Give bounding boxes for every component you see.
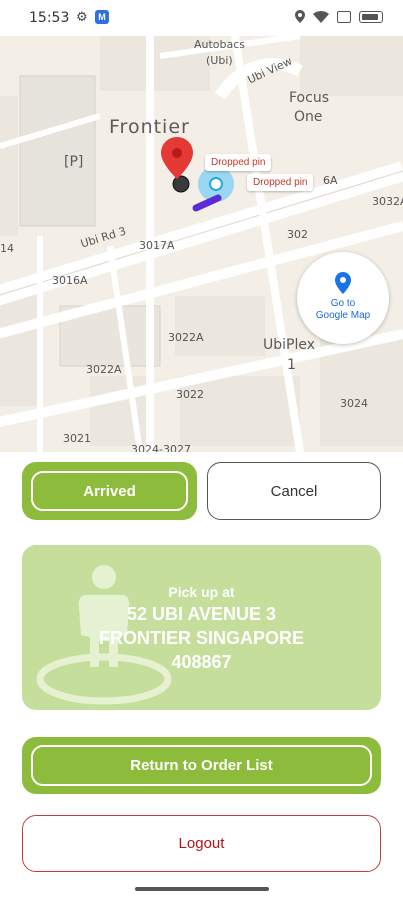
pickup-address-line2: FRONTIER SINGAPORE — [98, 628, 304, 648]
map-label-6a: 6A — [323, 174, 338, 187]
map-label-14: 14 — [0, 242, 14, 255]
map-label-ubiplex: UbiPlex — [263, 337, 316, 353]
map-label-parking: [P] — [64, 154, 84, 170]
map-label-3022: 3022 — [176, 388, 204, 401]
map-label-3016a: 3016A — [52, 274, 88, 287]
dropped-pin-icon[interactable] — [161, 137, 193, 179]
map-label-3024-3027: 3024-3027 — [131, 443, 191, 452]
map-label-autobacs: Autobacs — [194, 38, 246, 51]
google-map-line1: Go to — [330, 298, 356, 309]
pickup-address-line3: 408867 — [171, 652, 232, 672]
pickup-address: 52 UBI AVENUE 3 FRONTIER SINGAPORE 40886… — [22, 602, 381, 674]
arrived-button-label: Arrived — [31, 471, 188, 511]
dropped-pin-tag[interactable]: Dropped pin — [205, 154, 272, 171]
arrived-button[interactable]: Arrived — [22, 462, 197, 520]
status-bar: 15:53 ⚙ M — [0, 0, 403, 36]
map-label-ubiplex-1: 1 — [287, 357, 296, 373]
map-label-3017a: 3017A — [139, 239, 175, 252]
map-label-3024: 3024 — [340, 397, 368, 410]
map-label-3032a: 3032A — [372, 195, 403, 208]
status-icons — [295, 10, 383, 23]
map-label-frontier: Frontier — [109, 116, 190, 138]
google-map-line2: Google Map — [315, 310, 371, 321]
map-label-one: One — [294, 109, 323, 125]
map-label-302: 302 — [287, 228, 308, 241]
pickup-label: Pick up at — [168, 584, 235, 600]
wifi-icon — [313, 10, 329, 23]
app-notification-icon: M — [95, 10, 109, 24]
pickup-card: Pick up at 52 UBI AVENUE 3 FRONTIER SING… — [22, 545, 381, 710]
pickup-info: Pick up at 52 UBI AVENUE 3 FRONTIER SING… — [22, 584, 381, 674]
battery-icon — [359, 10, 383, 23]
return-button-label: Return to Order List — [31, 745, 372, 786]
location-icon — [295, 10, 305, 23]
map-label-3021: 3021 — [63, 432, 91, 445]
return-to-order-list-button[interactable]: Return to Order List — [22, 737, 381, 794]
map-label-3022a-1: 3022A — [168, 331, 204, 344]
gear-icon: ⚙ — [76, 9, 88, 24]
dropped-pin-tag[interactable]: Dropped pin — [247, 174, 314, 191]
map-pin-icon — [335, 272, 351, 294]
map-view[interactable]: Autobacs (Ubi) Ubi View Focus One Fronti… — [0, 36, 403, 452]
cancel-button[interactable]: Cancel — [207, 462, 381, 520]
pickup-address-line1: 52 UBI AVENUE 3 — [126, 604, 277, 624]
map-label-ubi: (Ubi) — [206, 54, 233, 67]
google-map-button-text: Go to Google Map — [297, 298, 389, 322]
logout-button[interactable]: Logout — [22, 815, 381, 872]
map-label-3022a-2: 3022A — [86, 363, 122, 376]
home-indicator[interactable] — [135, 887, 269, 891]
status-time: 15:53 — [29, 10, 70, 26]
map-label-focus: Focus — [289, 90, 329, 106]
sim-icon — [337, 10, 351, 23]
google-map-button[interactable]: Go to Google Map — [297, 252, 389, 344]
